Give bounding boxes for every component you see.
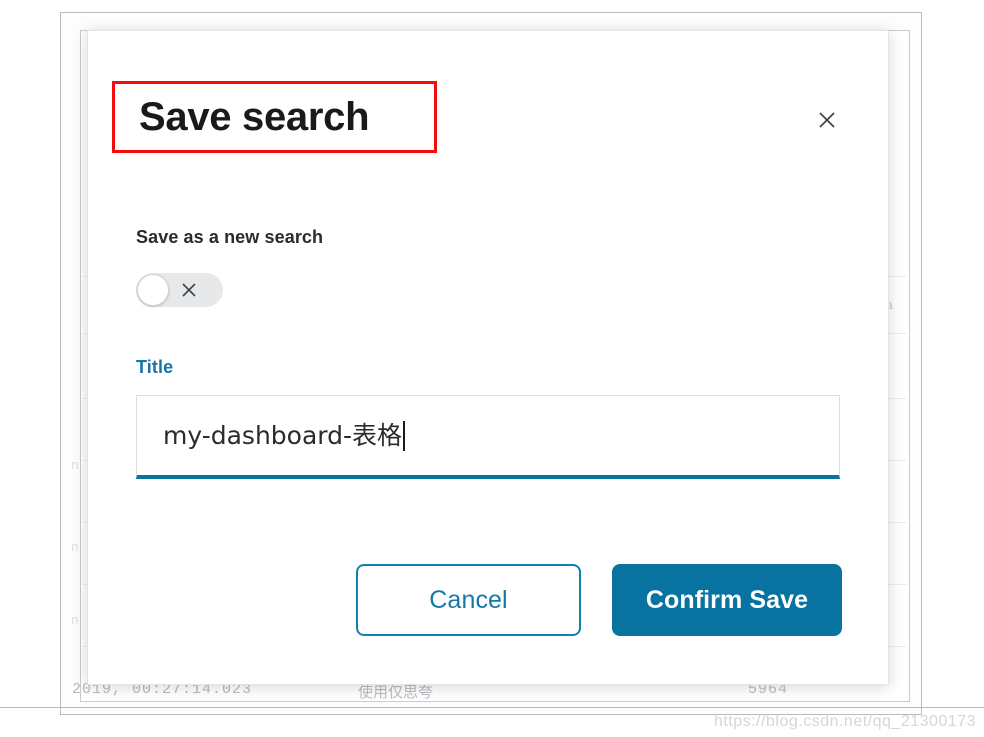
title-field-label: Title	[136, 357, 174, 377]
title-annotation-box: Save search	[112, 81, 437, 153]
cross-icon	[180, 281, 198, 299]
new-search-label: Save as a new search	[136, 227, 324, 247]
title-input-value: my-dashboard-表格	[163, 421, 403, 450]
watermark: https://blog.csdn.net/qq_21300173	[713, 713, 976, 730]
background-bottom-divider	[0, 707, 984, 708]
save-search-modal: Save search Save as a new search Title m…	[87, 30, 889, 685]
cancel-button[interactable]: Cancel	[356, 564, 581, 636]
confirm-save-button[interactable]: Confirm Save	[612, 564, 842, 636]
text-caret	[403, 420, 406, 451]
page-title: Save search	[139, 95, 370, 139]
close-icon[interactable]	[810, 103, 844, 137]
save-as-new-search-toggle[interactable]	[136, 273, 223, 307]
modal-actions: Cancel Confirm Save	[88, 564, 888, 638]
screenshot-root: n n n a 2019, 00:27:14.023 使用仅思夸 5964 ht…	[0, 0, 984, 737]
title-input[interactable]: my-dashboard-表格	[136, 395, 840, 479]
toggle-knob	[137, 274, 169, 306]
